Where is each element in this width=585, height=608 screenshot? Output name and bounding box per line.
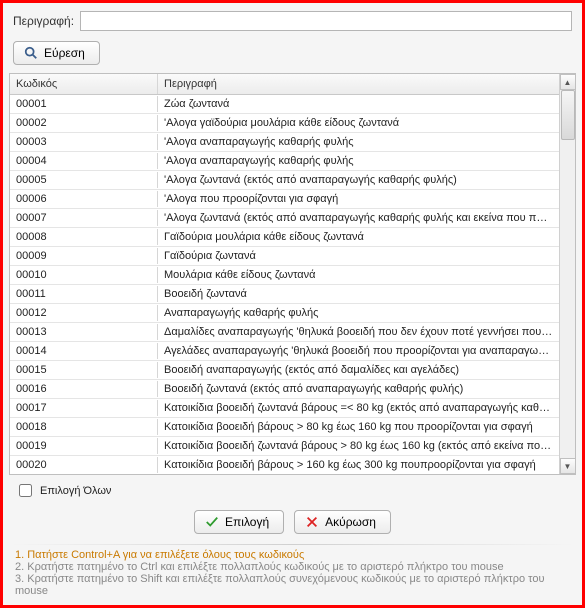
- ok-button-label: Επιλογή: [225, 515, 269, 529]
- col-header-desc[interactable]: Περιγραφή: [158, 74, 559, 94]
- table-row[interactable]: 00011Βοοειδή ζωντανά: [10, 285, 559, 304]
- select-all-label: Επιλογή Όλων: [40, 485, 111, 497]
- tip-2: 2. Κρατήστε πατημένο το Ctrl και επιλέξτ…: [15, 561, 570, 573]
- tip-1: 1. Πατήστε Control+A για να επιλέξετε όλ…: [15, 549, 570, 561]
- select-all-checkbox[interactable]: [19, 484, 32, 497]
- table-row[interactable]: 00013Δαμαλίδες αναπαραγωγής 'θηλυκά βοοε…: [10, 323, 559, 342]
- scroll-down-icon[interactable]: ▼: [560, 458, 576, 474]
- search-label: Περιγραφή:: [13, 14, 74, 28]
- cell-desc: 'Αλογα που προορίζονται για σφαγή: [158, 191, 559, 207]
- cell-code: 00005: [10, 172, 158, 188]
- find-row: Εύρεση: [5, 35, 580, 73]
- dialog-window: Περιγραφή: Εύρεση Κωδικός Περιγραφή 0000…: [0, 0, 585, 608]
- find-button[interactable]: Εύρεση: [13, 41, 100, 65]
- scroll-up-icon[interactable]: ▲: [560, 74, 576, 90]
- cell-desc: Κατοικίδια βοοειδή βάρους > 80 kg έως 16…: [158, 419, 559, 435]
- search-input[interactable]: [80, 11, 572, 31]
- cell-code: 00003: [10, 134, 158, 150]
- cell-desc: Βοοειδή αναπαραγωγής (εκτός από δαμαλίδε…: [158, 362, 559, 378]
- cell-code: 00010: [10, 267, 158, 283]
- cell-code: 00014: [10, 343, 158, 359]
- scroll-track[interactable]: [560, 90, 576, 458]
- cell-code: 00018: [10, 419, 158, 435]
- table-row[interactable]: 00008Γαϊδούρια μουλάρια κάθε είδους ζωντ…: [10, 228, 559, 247]
- table-row[interactable]: 00005'Αλογα ζωντανά (εκτός από αναπαραγω…: [10, 171, 559, 190]
- table-row[interactable]: 00012Αναπαραγωγής καθαρής φυλής: [10, 304, 559, 323]
- magnifier-icon: [24, 46, 38, 60]
- cell-code: 00008: [10, 229, 158, 245]
- table-row[interactable]: 00018Κατοικίδια βοοειδή βάρους > 80 kg έ…: [10, 418, 559, 437]
- cell-code: 00015: [10, 362, 158, 378]
- cell-desc: Γαϊδούρια ζωντανά: [158, 248, 559, 264]
- table-row[interactable]: 00017Κατοικίδια βοοειδή ζωντανά βάρους =…: [10, 399, 559, 418]
- cell-code: 00016: [10, 381, 158, 397]
- scroll-thumb[interactable]: [561, 90, 575, 140]
- check-icon: [205, 515, 219, 529]
- cancel-button[interactable]: Ακύρωση: [294, 510, 391, 534]
- cell-code: 00017: [10, 400, 158, 416]
- vertical-scrollbar[interactable]: ▲ ▼: [559, 74, 575, 474]
- cell-desc: Αγελάδες αναπαραγωγής 'θηλυκά βοοειδή πο…: [158, 343, 559, 359]
- cell-desc: Κατοικίδια βοοειδή ζωντανά βάρους > 80 k…: [158, 438, 559, 454]
- col-header-code[interactable]: Κωδικός: [10, 74, 158, 94]
- cell-desc: Βοοειδή ζωντανά: [158, 286, 559, 302]
- cell-code: 00009: [10, 248, 158, 264]
- cell-code: 00013: [10, 324, 158, 340]
- table-row[interactable]: 00014Αγελάδες αναπαραγωγής 'θηλυκά βοοει…: [10, 342, 559, 361]
- cell-desc: 'Αλογα γαϊδούρια μουλάρια κάθε είδους ζω…: [158, 115, 559, 131]
- table-row[interactable]: 00006'Αλογα που προορίζονται για σφαγή: [10, 190, 559, 209]
- cell-desc: Κατοικίδια βοοειδή βάρους > 160 kg έως 3…: [158, 457, 559, 473]
- cell-code: 00019: [10, 438, 158, 454]
- table-row[interactable]: 00019Κατοικίδια βοοειδή ζωντανά βάρους >…: [10, 437, 559, 456]
- cell-code: 00020: [10, 457, 158, 473]
- tip-3: 3. Κρατήστε πατημένο το Shift και επιλέξ…: [15, 573, 570, 597]
- cell-desc: Βοοειδή ζωντανά (εκτός από αναπαραγωγής …: [158, 381, 559, 397]
- footer-tips: 1. Πατήστε Control+A για να επιλέξετε όλ…: [5, 545, 580, 603]
- table-row[interactable]: 00004'Αλογα αναπαραγωγής καθαρής φυλής: [10, 152, 559, 171]
- select-all-row: Επιλογή Όλων: [5, 475, 580, 506]
- table-row[interactable]: 00002'Αλογα γαϊδούρια μουλάρια κάθε είδο…: [10, 114, 559, 133]
- cell-code: 00012: [10, 305, 158, 321]
- table-row[interactable]: 00010Μουλάρια κάθε είδους ζωντανά: [10, 266, 559, 285]
- cell-desc: Δαμαλίδες αναπαραγωγής 'θηλυκά βοοειδή π…: [158, 324, 559, 340]
- cell-code: 00007: [10, 210, 158, 226]
- x-icon: [305, 515, 319, 529]
- grid[interactable]: Κωδικός Περιγραφή 00001Ζώα ζωντανά00002'…: [10, 74, 559, 474]
- table-row[interactable]: 00015Βοοειδή αναπαραγωγής (εκτός από δαμ…: [10, 361, 559, 380]
- table-row[interactable]: 00003'Αλογα αναπαραγωγής καθαρής φυλής: [10, 133, 559, 152]
- grid-header: Κωδικός Περιγραφή: [10, 74, 559, 95]
- table-row[interactable]: 00016Βοοειδή ζωντανά (εκτός από αναπαραγ…: [10, 380, 559, 399]
- cell-desc: Ζώα ζωντανά: [158, 96, 559, 112]
- search-row: Περιγραφή:: [5, 5, 580, 35]
- cancel-button-label: Ακύρωση: [325, 515, 376, 529]
- cell-desc: Γαϊδούρια μουλάρια κάθε είδους ζωντανά: [158, 229, 559, 245]
- cell-code: 00011: [10, 286, 158, 302]
- table-row[interactable]: 00001Ζώα ζωντανά: [10, 95, 559, 114]
- ok-button[interactable]: Επιλογή: [194, 510, 284, 534]
- table-row[interactable]: 00007'Αλογα ζωντανά (εκτός από αναπαραγω…: [10, 209, 559, 228]
- cell-code: 00006: [10, 191, 158, 207]
- cell-desc: 'Αλογα ζωντανά (εκτός από αναπαραγωγής κ…: [158, 210, 559, 226]
- grid-body[interactable]: 00001Ζώα ζωντανά00002'Αλογα γαϊδούρια μο…: [10, 95, 559, 474]
- cell-desc: Κατοικίδια βοοειδή ζωντανά βάρους =< 80 …: [158, 400, 559, 416]
- cell-code: 00002: [10, 115, 158, 131]
- cell-desc: 'Αλογα αναπαραγωγής καθαρής φυλής: [158, 134, 559, 150]
- cell-desc: Αναπαραγωγής καθαρής φυλής: [158, 305, 559, 321]
- table-row[interactable]: 00009Γαϊδούρια ζωντανά: [10, 247, 559, 266]
- find-button-label: Εύρεση: [44, 46, 85, 60]
- table-row[interactable]: 00020Κατοικίδια βοοειδή βάρους > 160 kg …: [10, 456, 559, 474]
- grid-container: Κωδικός Περιγραφή 00001Ζώα ζωντανά00002'…: [9, 73, 576, 475]
- cell-desc: Μουλάρια κάθε είδους ζωντανά: [158, 267, 559, 283]
- action-row: Επιλογή Ακύρωση: [5, 506, 580, 542]
- cell-code: 00004: [10, 153, 158, 169]
- cell-code: 00001: [10, 96, 158, 112]
- cell-desc: 'Αλογα αναπαραγωγής καθαρής φυλής: [158, 153, 559, 169]
- cell-desc: 'Αλογα ζωντανά (εκτός από αναπαραγωγής κ…: [158, 172, 559, 188]
